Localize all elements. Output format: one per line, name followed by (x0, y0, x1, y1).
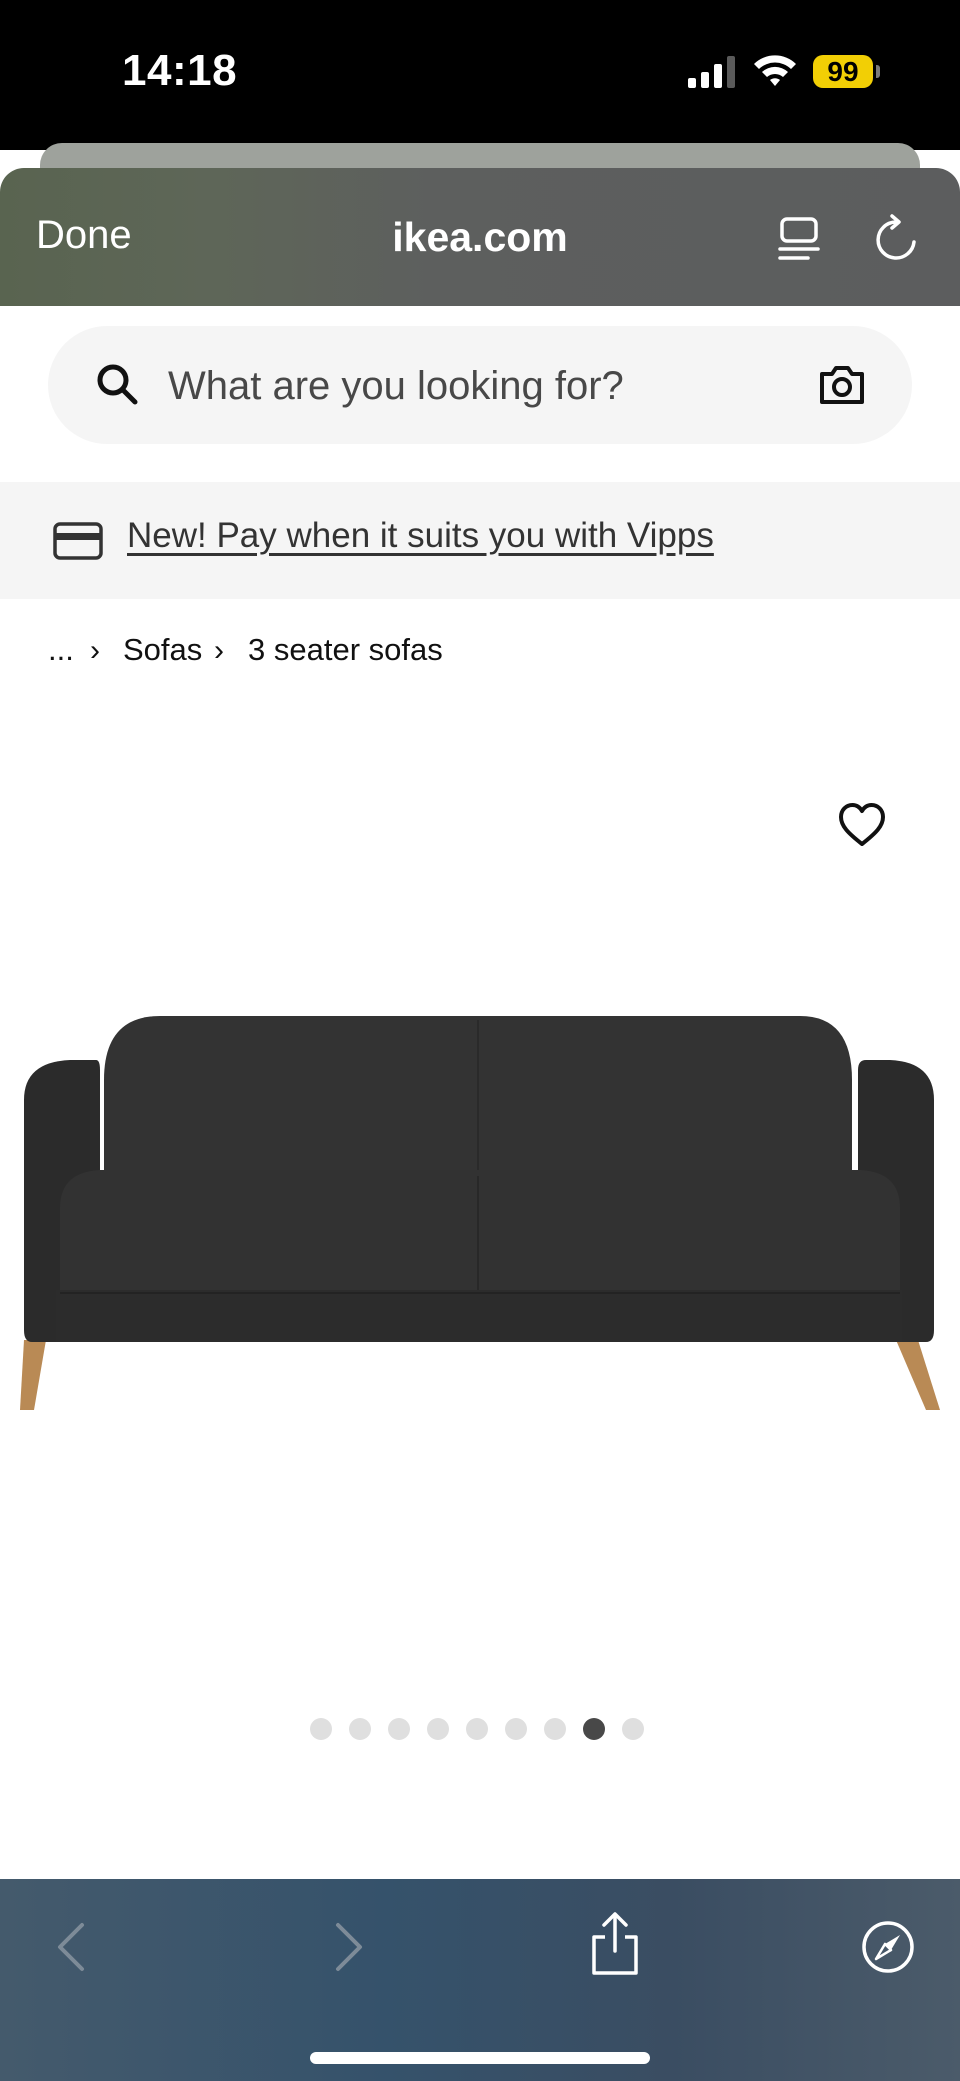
carousel-dot[interactable] (544, 1718, 566, 1740)
breadcrumb-separator: › (90, 634, 100, 667)
carousel-dot[interactable] (388, 1718, 410, 1740)
bottom-toolbar (0, 1879, 960, 2081)
compass-icon[interactable] (860, 1919, 916, 1975)
carousel-dot[interactable] (349, 1718, 371, 1740)
promo-banner: New! Pay when it suits you with Vipps (0, 482, 960, 599)
share-icon[interactable] (588, 1911, 642, 1977)
carousel-dot[interactable] (505, 1718, 527, 1740)
search-bar[interactable] (48, 326, 912, 444)
wifi-icon (754, 55, 796, 86)
sofa-leg (20, 1340, 46, 1410)
product-image[interactable] (0, 990, 960, 1420)
battery-level: 99 (827, 56, 859, 87)
promo-link[interactable]: New! Pay when it suits you with Vipps (127, 516, 714, 556)
signal-icon (688, 56, 735, 88)
breadcrumb-item-3-seater-sofas[interactable]: 3 seater sofas (248, 632, 443, 668)
carousel-dot-active[interactable] (583, 1718, 605, 1740)
carousel-dot[interactable] (466, 1718, 488, 1740)
breadcrumb-ellipsis[interactable]: ... (48, 632, 74, 668)
battery-cap (876, 65, 880, 78)
reader-icon[interactable] (778, 216, 822, 262)
card-icon (53, 522, 103, 560)
carousel-dot[interactable] (622, 1718, 644, 1740)
forward-arrow-icon[interactable] (328, 1919, 368, 1975)
search-icon (97, 364, 138, 405)
carousel-dot[interactable] (427, 1718, 449, 1740)
carousel-dot[interactable] (310, 1718, 332, 1740)
home-indicator (310, 2052, 650, 2064)
reload-icon[interactable] (872, 214, 920, 264)
browser-toolbar: Done ikea.com (0, 168, 960, 306)
battery-icon: 99 (813, 55, 873, 88)
status-bar: 14:18 99 (0, 0, 960, 150)
breadcrumb-separator: › (214, 634, 224, 667)
camera-icon[interactable] (818, 364, 866, 406)
status-time: 14:18 (122, 46, 238, 95)
sofa-seat (60, 1170, 900, 1294)
back-arrow-icon[interactable] (52, 1919, 92, 1975)
sofa-leg (896, 1340, 940, 1410)
sofa-base (56, 1290, 902, 1342)
breadcrumb-item-sofas[interactable]: Sofas (123, 632, 202, 668)
search-input[interactable] (166, 346, 810, 426)
heart-icon[interactable] (838, 802, 886, 848)
